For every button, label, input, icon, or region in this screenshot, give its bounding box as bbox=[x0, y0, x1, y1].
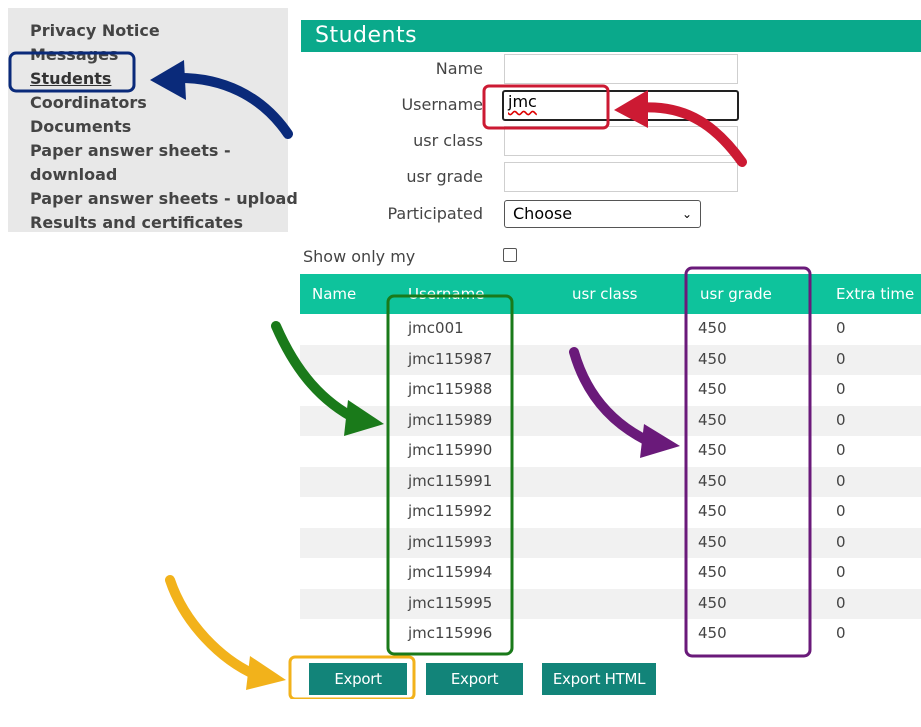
name-label: Name bbox=[435, 59, 483, 78]
name-field[interactable] bbox=[504, 54, 738, 84]
extra-time-cell: 0 bbox=[836, 441, 846, 459]
participated-select[interactable]: Choose ⌄ bbox=[504, 200, 701, 228]
username-cell: jmc115994 bbox=[408, 563, 493, 581]
column-header-extra-time[interactable]: Extra time bbox=[836, 285, 914, 303]
usr-class-field[interactable] bbox=[504, 126, 738, 156]
sidebar-item-coordinators[interactable]: Coordinators bbox=[30, 92, 147, 114]
usr-grade-label: usr grade bbox=[406, 167, 483, 186]
username-cell: jmc115993 bbox=[408, 533, 493, 551]
grade-cell: 450 bbox=[698, 563, 727, 581]
usr-grade-field[interactable] bbox=[504, 162, 738, 192]
grade-cell: 450 bbox=[698, 411, 727, 429]
table-row[interactable]: jmc115990 450 0 bbox=[300, 436, 921, 466]
username-cell: jmc115995 bbox=[408, 594, 493, 612]
extra-time-cell: 0 bbox=[836, 350, 846, 368]
table-row[interactable]: jmc001 450 0 bbox=[300, 314, 921, 344]
export-csv-button[interactable]: Export CSV bbox=[309, 663, 407, 720]
grade-cell: 450 bbox=[698, 594, 727, 612]
username-cell: jmc115989 bbox=[408, 411, 493, 429]
sidebar-item-documents[interactable]: Documents bbox=[30, 116, 131, 138]
username-label: Username bbox=[401, 95, 483, 114]
grade-cell: 450 bbox=[698, 441, 727, 459]
sidebar-item-messages[interactable]: Messages bbox=[30, 44, 118, 66]
username-cell: jmc115990 bbox=[408, 441, 493, 459]
table-row[interactable]: jmc115996 450 0 bbox=[300, 619, 921, 649]
extra-time-cell: 0 bbox=[836, 533, 846, 551]
extra-time-cell: 0 bbox=[836, 319, 846, 337]
usr-class-label: usr class bbox=[413, 131, 483, 150]
grade-cell: 450 bbox=[698, 319, 727, 337]
show-only-my-students-checkbox[interactable] bbox=[503, 248, 517, 262]
table-row[interactable]: jmc115993 450 0 bbox=[300, 528, 921, 558]
participated-label: Participated bbox=[387, 204, 483, 223]
sidebar-item-students[interactable]: Students bbox=[30, 68, 111, 90]
extra-time-cell: 0 bbox=[836, 563, 846, 581]
grade-cell: 450 bbox=[698, 533, 727, 551]
export-html-button[interactable]: Export HTML bbox=[542, 663, 656, 695]
sidebar-item-results-certificates[interactable]: Results and certificates bbox=[30, 212, 243, 234]
extra-time-cell: 0 bbox=[836, 624, 846, 642]
extra-time-cell: 0 bbox=[836, 502, 846, 520]
table-header: Name Username usr class usr grade Extra … bbox=[300, 274, 921, 314]
grade-cell: 450 bbox=[698, 350, 727, 368]
extra-time-cell: 0 bbox=[836, 411, 846, 429]
sidebar-item-paper-answer-download[interactable]: Paper answer sheets - bbox=[30, 140, 231, 162]
extra-time-cell: 0 bbox=[836, 594, 846, 612]
table-row[interactable]: jmc115987 450 0 bbox=[300, 345, 921, 375]
username-cell: jmc115988 bbox=[408, 380, 493, 398]
participated-select-value: Choose bbox=[513, 204, 573, 223]
chevron-down-icon: ⌄ bbox=[681, 207, 692, 221]
extra-time-cell: 0 bbox=[836, 472, 846, 490]
grade-cell: 450 bbox=[698, 624, 727, 642]
grade-cell: 450 bbox=[698, 380, 727, 398]
username-cell: jmc115992 bbox=[408, 502, 493, 520]
table-row[interactable]: jmc115992 450 0 bbox=[300, 497, 921, 527]
username-cell: jmc115987 bbox=[408, 350, 493, 368]
sidebar-item-privacy-notice[interactable]: Privacy Notice bbox=[30, 20, 160, 42]
table-row[interactable]: jmc115995 450 0 bbox=[300, 589, 921, 619]
table-row[interactable]: jmc115988 450 0 bbox=[300, 375, 921, 405]
column-header-name[interactable]: Name bbox=[312, 285, 356, 303]
username-cell: jmc115996 bbox=[408, 624, 493, 642]
export-xls-button[interactable]: Export XLS bbox=[426, 663, 523, 720]
yellow-arrowhead-icon bbox=[246, 656, 286, 690]
username-cell: jmc001 bbox=[408, 319, 464, 337]
table-row[interactable]: jmc115994 450 0 bbox=[300, 558, 921, 588]
yellow-arrow-icon bbox=[165, 575, 263, 681]
grade-cell: 450 bbox=[698, 472, 727, 490]
column-header-usr-class[interactable]: usr class bbox=[572, 285, 638, 303]
username-field[interactable] bbox=[502, 90, 739, 121]
sidebar-item-paper-answer-download-2[interactable]: download bbox=[30, 164, 117, 186]
column-header-username[interactable]: Username bbox=[408, 285, 484, 303]
username-cell: jmc115991 bbox=[408, 472, 493, 490]
column-header-usr-grade[interactable]: usr grade bbox=[700, 285, 772, 303]
page-title: Students bbox=[301, 20, 921, 52]
extra-time-cell: 0 bbox=[836, 380, 846, 398]
table-row[interactable]: jmc115989 450 0 bbox=[300, 406, 921, 436]
grade-cell: 450 bbox=[698, 502, 727, 520]
sidebar-item-paper-answer-upload[interactable]: Paper answer sheets - upload bbox=[30, 188, 298, 210]
username-field-value: jmc bbox=[508, 92, 537, 111]
table-row[interactable]: jmc115991 450 0 bbox=[300, 467, 921, 497]
sidebar-nav: Privacy Notice Messages Students Coordin… bbox=[8, 8, 298, 234]
